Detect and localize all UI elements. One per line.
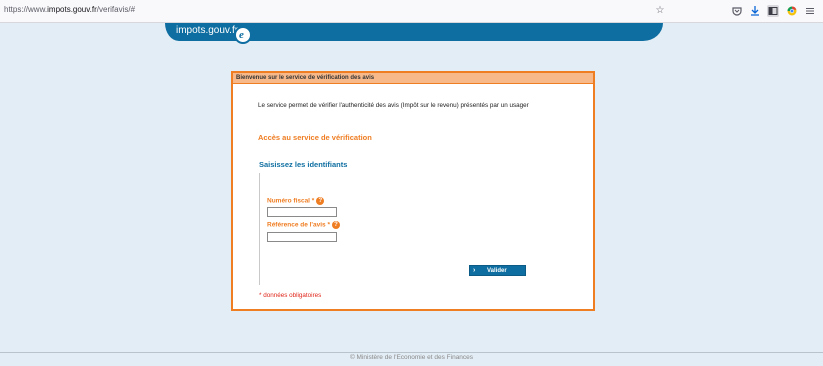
extension-icon[interactable] <box>786 5 798 17</box>
menu-icon[interactable] <box>804 5 816 17</box>
notice-reference-input[interactable] <box>267 232 337 242</box>
site-logo-icon[interactable]: e <box>234 26 252 44</box>
url-path: /verifavis/# <box>96 5 136 14</box>
verification-panel: Bienvenue sur le service de vérification… <box>231 71 595 311</box>
star-icon[interactable]: ☆ <box>654 5 666 17</box>
mandatory-note: * données obligatoires <box>259 292 322 299</box>
fiscal-number-input[interactable] <box>267 207 337 217</box>
form-divider <box>259 173 260 285</box>
help-icon[interactable]: ? <box>331 221 340 229</box>
notice-reference-label: Référence de l'avis *? <box>267 221 340 229</box>
browser-toolbar: https://www.impots.gouv.fr/verifavis/# ☆ <box>0 0 823 23</box>
access-section-title: Accès au service de vérification <box>258 133 372 142</box>
footer-divider <box>0 352 823 353</box>
url-domain: impots.gouv.fr <box>47 5 97 14</box>
url-prefix: https://www. <box>4 5 48 14</box>
notice-reference-label-text: Référence de l'avis * <box>267 221 330 229</box>
site-logo-text[interactable]: impots.gouv.fr <box>176 25 238 36</box>
fiscal-number-label-text: Numéro fiscal * <box>267 197 315 205</box>
address-bar[interactable]: https://www.impots.gouv.fr/verifavis/# <box>4 5 135 14</box>
footer-copyright: © Ministère de l'Economie et des Finance… <box>349 354 474 361</box>
logo-glyph: e <box>239 29 244 41</box>
intro-text: Le service permet de vérifier l'authenti… <box>258 102 529 109</box>
sidebar-icon[interactable] <box>767 5 779 17</box>
chevron-right-icon: › <box>473 267 476 274</box>
help-icon[interactable]: ? <box>316 197 325 205</box>
download-icon[interactable] <box>749 5 761 17</box>
fiscal-number-label: Numéro fiscal *? <box>267 197 325 205</box>
pocket-icon[interactable] <box>731 5 743 17</box>
validate-button[interactable]: › Valider <box>469 265 526 276</box>
identifiers-title: Saisissez les identifiants <box>259 160 348 169</box>
validate-button-label: Valider <box>487 268 507 274</box>
panel-header: Bienvenue sur le service de vérification… <box>233 73 593 84</box>
